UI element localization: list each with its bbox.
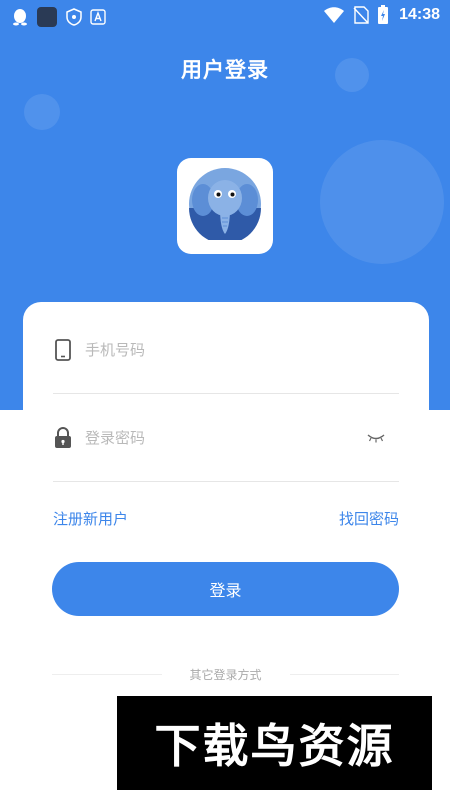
register-link[interactable]: 注册新用户	[53, 508, 128, 529]
no-sim-icon	[353, 6, 369, 24]
forgot-password-link[interactable]: 找回密码	[339, 508, 399, 529]
lock-icon	[53, 426, 73, 450]
status-bar: 14:38	[0, 0, 450, 30]
phone-field	[53, 306, 399, 394]
divider-line	[289, 673, 400, 675]
phone-icon	[53, 338, 73, 362]
qq-penguin-icon	[12, 8, 28, 26]
app-logo	[177, 158, 273, 254]
status-time: 14:38	[399, 6, 440, 23]
watermark-banner: 下载鸟资源	[117, 696, 432, 790]
password-input[interactable]	[85, 428, 365, 447]
login-button[interactable]: 登录	[52, 562, 399, 616]
wifi-icon	[323, 6, 345, 24]
other-login-label: 其它登录方式	[189, 667, 262, 682]
elephant-logo-icon	[189, 168, 261, 244]
decor-bubble	[24, 94, 60, 130]
divider-line	[52, 673, 162, 675]
other-login-divider: 其它登录方式	[52, 664, 400, 684]
battery-charging-icon	[377, 5, 389, 25]
page-title: 用户登录	[181, 58, 269, 82]
password-field	[53, 394, 399, 482]
shield-icon	[66, 8, 82, 26]
font-a-icon	[90, 9, 106, 25]
eye-closed-icon[interactable]	[365, 431, 387, 445]
login-card: 注册新用户 找回密码 登录 其它登录方式	[23, 302, 429, 722]
decor-bubble	[320, 140, 444, 264]
app-square-icon	[36, 6, 58, 28]
phone-input[interactable]	[85, 340, 399, 359]
